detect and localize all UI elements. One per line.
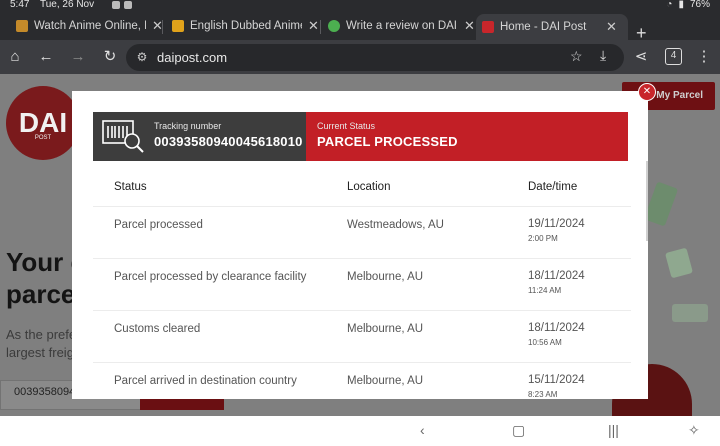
favicon-icon bbox=[328, 20, 340, 32]
table-header: Status Location Date/time bbox=[93, 172, 631, 207]
nav-recents-icon[interactable]: ||| bbox=[608, 422, 619, 438]
reload-icon[interactable]: ↻ bbox=[100, 47, 120, 67]
tab-title: Watch Anime Online, Free bbox=[34, 20, 146, 32]
row-status: Parcel processed by clearance facility bbox=[114, 271, 307, 283]
address-bar[interactable]: ⚙ daipost.com ☆ ⤓ bbox=[126, 44, 624, 71]
battery-icon: ▮ bbox=[678, 0, 684, 10]
hero-subtitle-line: largest freig bbox=[6, 345, 74, 360]
favicon-icon bbox=[172, 20, 184, 32]
row-location: Westmeadows, AU bbox=[347, 219, 444, 231]
row-date: 19/11/2024 bbox=[528, 218, 585, 230]
favicon-icon bbox=[16, 20, 28, 32]
row-time: 10:56 AM bbox=[528, 338, 562, 347]
row-status: Parcel arrived in destination country bbox=[114, 375, 297, 387]
nav-back-icon[interactable]: ‹ bbox=[420, 422, 425, 438]
hero-subtitle: As the prefe largest freig bbox=[6, 326, 76, 362]
row-time: 2:00 PM bbox=[528, 234, 558, 243]
tab-title: Write a review on DAI Pos bbox=[346, 20, 458, 32]
barcode-search-icon bbox=[102, 120, 144, 153]
illustration-phone bbox=[665, 247, 693, 279]
column-header-location: Location bbox=[347, 181, 391, 193]
row-date: 18/11/2024 bbox=[528, 270, 585, 282]
row-date: 18/11/2024 bbox=[528, 322, 585, 334]
browser-tab[interactable]: Watch Anime Online, Free ✕ bbox=[10, 14, 169, 38]
row-status: Parcel processed bbox=[114, 219, 203, 231]
row-status: Customs cleared bbox=[114, 323, 201, 335]
tracking-history-table: Status Location Date/time Parcel process… bbox=[93, 172, 631, 399]
accessibility-icon[interactable]: ✧ bbox=[688, 422, 700, 439]
nav-home-icon[interactable]: ▢ bbox=[512, 422, 525, 439]
column-header-datetime: Date/time bbox=[528, 181, 578, 193]
close-tab-icon[interactable]: ✕ bbox=[308, 18, 319, 34]
share-icon[interactable]: ⋖ bbox=[631, 47, 651, 67]
row-location: Melbourne, AU bbox=[347, 323, 424, 335]
tab-divider bbox=[162, 20, 163, 34]
current-status-panel: Current Status PARCEL PROCESSED bbox=[306, 112, 628, 161]
clock: 5:47 bbox=[10, 0, 30, 10]
column-header-status: Status bbox=[114, 181, 147, 193]
tracking-number-panel: Tracking number 00393580940045618010 bbox=[93, 112, 306, 161]
modal-close-button[interactable]: ✕ bbox=[638, 83, 656, 101]
system-icons: ◔ ▮ 76% bbox=[666, 0, 710, 10]
row-location: Melbourne, AU bbox=[347, 271, 424, 283]
illustration-hand bbox=[643, 181, 679, 227]
row-time: 11:24 AM bbox=[528, 286, 562, 295]
dai-post-logo[interactable]: DAI POST bbox=[6, 86, 80, 160]
favicon-icon bbox=[482, 21, 494, 33]
table-row: Customs cleared Melbourne, AU 18/11/2024… bbox=[93, 311, 631, 363]
notification-icon bbox=[124, 1, 132, 9]
wifi-icon: ◔ bbox=[666, 0, 673, 10]
close-tab-icon[interactable]: ✕ bbox=[464, 18, 475, 34]
row-location: Melbourne, AU bbox=[347, 375, 424, 387]
url-text[interactable]: daipost.com bbox=[157, 50, 227, 65]
system-navigation-bar: ‹ ▢ ||| ✧ bbox=[0, 416, 720, 446]
bookmark-star-icon[interactable]: ☆ bbox=[570, 48, 583, 65]
tracking-result-modal: Tracking number 00393580940045618010 Cur… bbox=[72, 91, 648, 399]
home-icon[interactable]: ⌂ bbox=[5, 47, 25, 67]
forward-icon[interactable]: → bbox=[68, 47, 88, 67]
close-tab-icon[interactable]: ✕ bbox=[606, 19, 617, 35]
hero-subtitle-line: As the prefe bbox=[6, 327, 77, 342]
download-icon[interactable]: ⤓ bbox=[600, 47, 606, 64]
modal-scrollbar[interactable] bbox=[646, 161, 648, 241]
notification-icon bbox=[112, 1, 120, 9]
status-bar: 5:47 Tue, 26 Nov ◔ ▮ 76% bbox=[0, 0, 720, 10]
tracking-number-value: 00393580940045618010 bbox=[154, 134, 303, 149]
browser-toolbar: ⌂ ← → ↻ ⚙ daipost.com ☆ ⤓ ⋖ 4 ⋮ bbox=[0, 40, 720, 74]
notification-icons bbox=[112, 1, 132, 9]
illustration-truck bbox=[672, 304, 708, 322]
current-status-label: Current Status bbox=[317, 121, 376, 131]
tab-strip: Watch Anime Online, Free ✕ English Dubbe… bbox=[0, 10, 720, 43]
menu-icon[interactable]: ⋮ bbox=[694, 47, 714, 67]
table-row: Parcel processed Westmeadows, AU 19/11/2… bbox=[93, 207, 631, 259]
tracking-number-label: Tracking number bbox=[154, 121, 222, 131]
date: Tue, 26 Nov bbox=[40, 0, 95, 10]
logo-subtext: POST bbox=[34, 135, 52, 141]
battery-level: 76% bbox=[689, 0, 710, 10]
current-status-value: PARCEL PROCESSED bbox=[317, 134, 458, 149]
row-date: 15/11/2024 bbox=[528, 374, 585, 386]
table-row: Parcel processed by clearance facility M… bbox=[93, 259, 631, 311]
tab-divider bbox=[320, 20, 321, 34]
back-icon[interactable]: ← bbox=[36, 47, 56, 67]
table-row: Parcel arrived in destination country Me… bbox=[93, 363, 631, 399]
browser-tab[interactable]: Write a review on DAI Pos ✕ bbox=[322, 14, 481, 38]
tracking-header: Tracking number 00393580940045618010 Cur… bbox=[93, 112, 628, 161]
browser-tab[interactable]: English Dubbed Anime Li ✕ bbox=[166, 14, 325, 38]
tab-title: Home - DAI Post bbox=[500, 21, 587, 33]
browser-tab-active[interactable]: Home - DAI Post ✕ bbox=[476, 14, 628, 40]
site-settings-icon[interactable]: ⚙ bbox=[134, 49, 150, 65]
row-time: 8:23 AM bbox=[528, 390, 558, 399]
tab-title: English Dubbed Anime Li bbox=[190, 20, 302, 32]
tab-switcher-button[interactable]: 4 bbox=[665, 48, 682, 65]
